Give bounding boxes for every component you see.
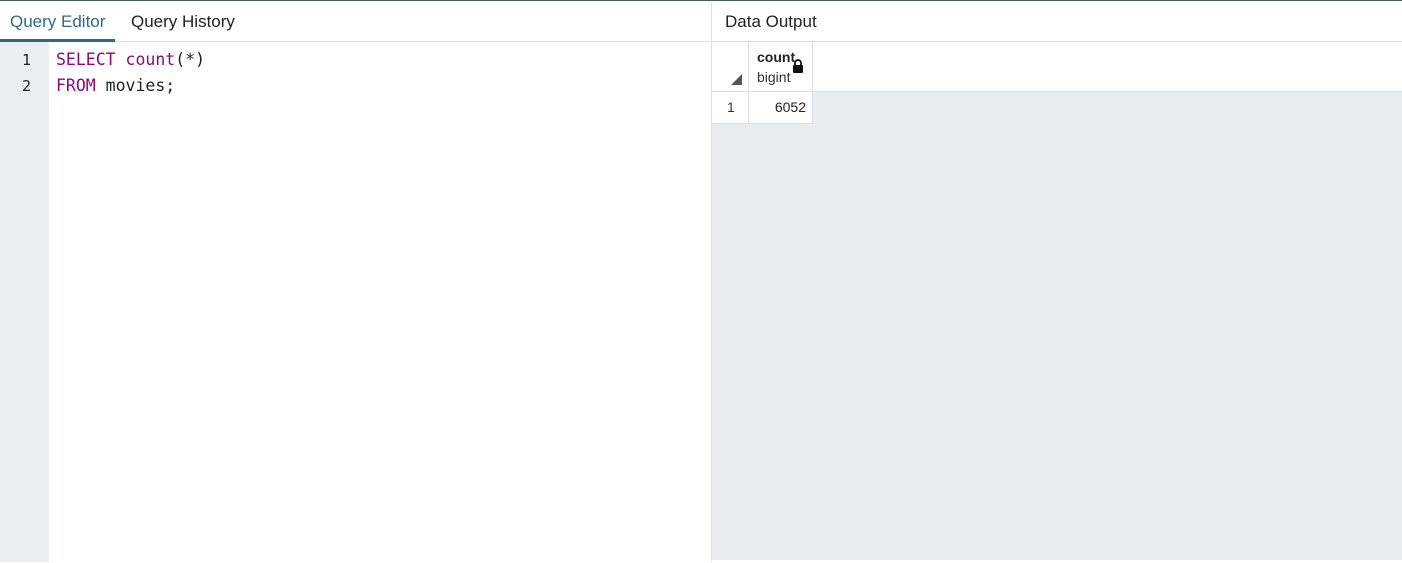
code-text: (*): [175, 50, 206, 69]
sql-keyword: SELECT: [56, 50, 116, 69]
column-header-count[interactable]: count bigint: [749, 42, 813, 91]
tab-data-output[interactable]: Data Output: [725, 2, 817, 42]
column-name: count: [757, 49, 796, 65]
output-tabbar: Data Output: [712, 2, 1402, 42]
select-all-cell[interactable]: [712, 42, 749, 91]
code-text: movies;: [95, 76, 176, 95]
output-panel: Data Output count bigint 1 6052: [712, 2, 1402, 560]
line-number: 2: [21, 77, 31, 95]
line-number: 1: [21, 51, 31, 69]
grid-header-row: count bigint: [712, 42, 1402, 92]
code-line: SELECT count(*): [56, 50, 205, 69]
code-line: FROM movies;: [56, 76, 175, 95]
lock-icon: [793, 59, 803, 73]
row-number[interactable]: 1: [712, 92, 749, 123]
select-all-icon: [731, 74, 742, 85]
table-cell[interactable]: 6052: [749, 92, 813, 123]
app-window: Query Editor Query History 1 2 SELECT co…: [0, 0, 1402, 563]
code-area[interactable]: SELECT count(*) FROM movies;: [56, 42, 711, 562]
table-row[interactable]: 1 6052: [712, 92, 813, 124]
query-panel: Query Editor Query History 1 2 SELECT co…: [0, 2, 711, 563]
sql-editor[interactable]: 1 2 SELECT count(*) FROM movies;: [0, 42, 711, 562]
query-tabbar: Query Editor Query History: [0, 2, 711, 42]
column-type: bigint: [757, 69, 791, 85]
sql-keyword: FROM: [56, 76, 96, 95]
line-number-gutter: 1 2: [0, 42, 49, 562]
tab-query-editor[interactable]: Query Editor: [0, 2, 116, 42]
tab-query-history[interactable]: Query History: [121, 2, 245, 42]
sql-function: count: [125, 50, 176, 69]
